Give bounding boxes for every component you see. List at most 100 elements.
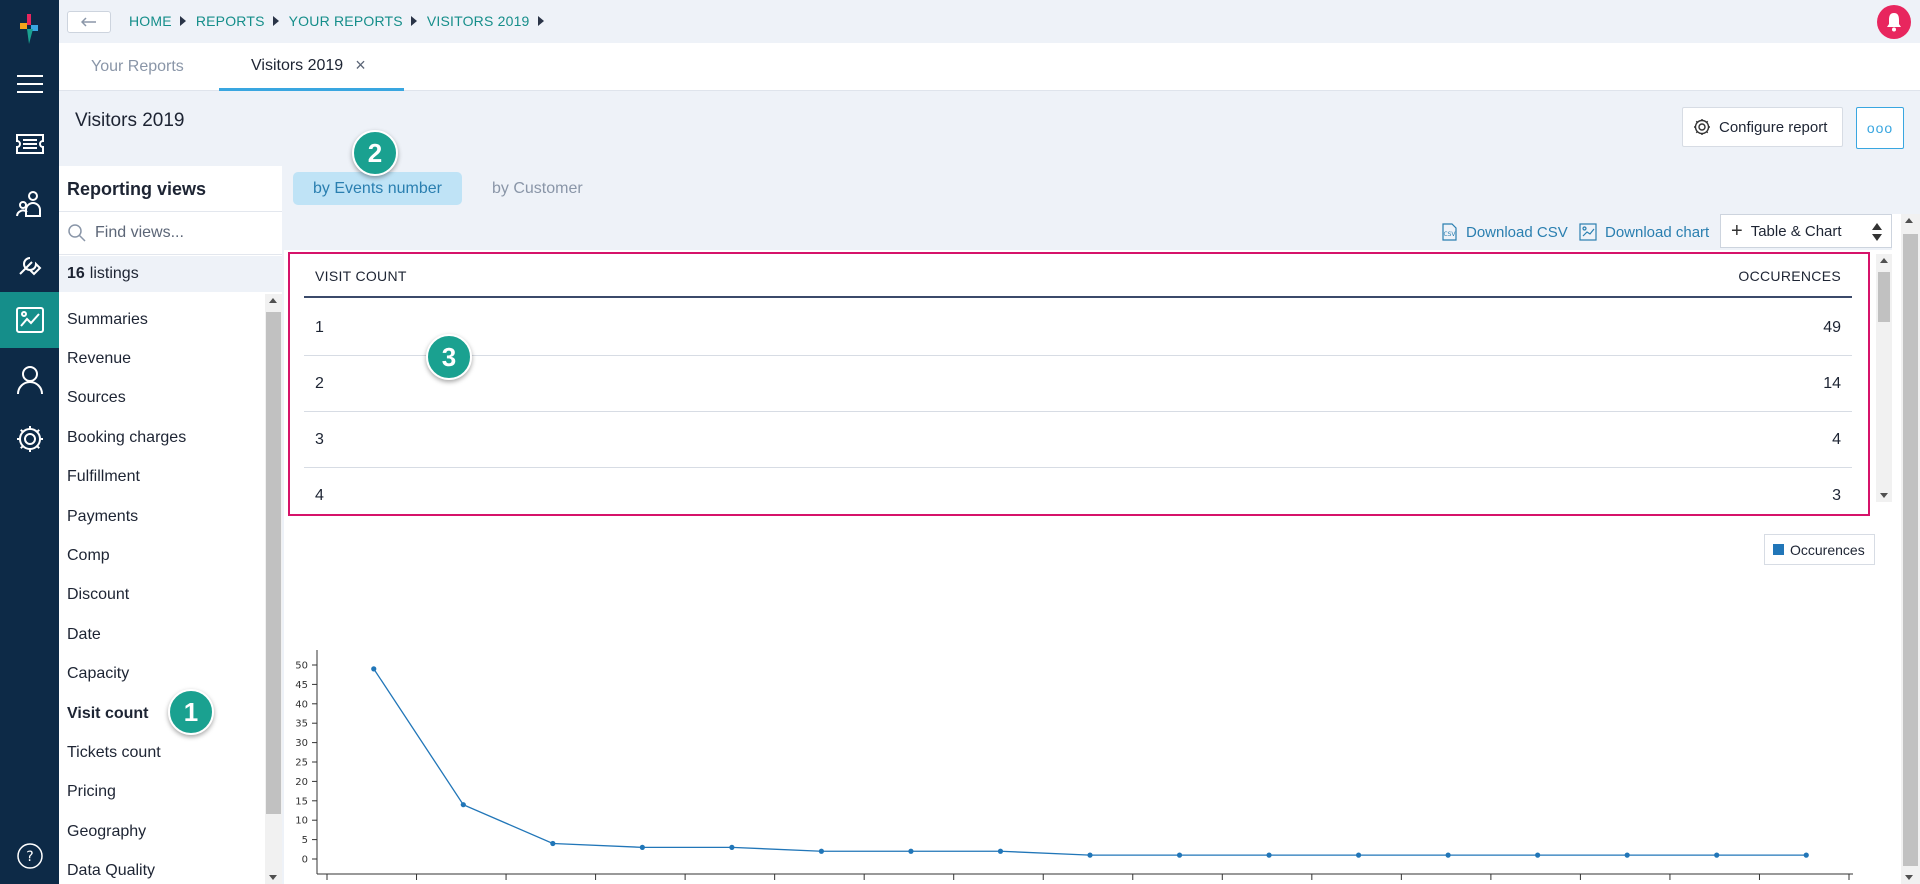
- app-logo[interactable]: [17, 14, 41, 44]
- y-tick-label: 40: [295, 699, 308, 710]
- view-mode-select[interactable]: + Table & Chart: [1720, 214, 1892, 248]
- reporting-views-title: Reporting views: [67, 179, 207, 199]
- view-item-summaries[interactable]: Summaries: [59, 300, 265, 339]
- table-row: 1 49: [304, 300, 1852, 356]
- breadcrumb: HOME REPORTS YOUR REPORTS VISITORS 2019: [129, 13, 554, 29]
- views-list: Summaries Revenue Sources Booking charge…: [59, 300, 265, 884]
- legend-swatch: [1773, 544, 1784, 555]
- y-tick-label: 0: [302, 855, 308, 866]
- view-item-discount[interactable]: Discount: [59, 576, 265, 615]
- view-item-comp[interactable]: Comp: [59, 536, 265, 575]
- configure-report-button[interactable]: Configure report: [1682, 107, 1843, 147]
- views-search: [59, 211, 282, 255]
- view-item-sources[interactable]: Sources: [59, 379, 265, 418]
- data-point: [1266, 852, 1272, 858]
- sort-arrows-icon: [1872, 223, 1882, 241]
- scroll-up-icon[interactable]: [1880, 258, 1888, 263]
- search-icon: [68, 224, 86, 242]
- view-item-fulfillment[interactable]: Fulfillment: [59, 458, 265, 497]
- tools-icon[interactable]: [0, 236, 59, 292]
- breadcrumb-your-reports[interactable]: YOUR REPORTS: [289, 13, 403, 29]
- view-item-visit-count[interactable]: Visit count: [59, 694, 265, 733]
- cell-visit-count: 3: [315, 431, 324, 448]
- view-item-booking-charges[interactable]: Booking charges: [59, 418, 265, 457]
- configure-report-label: Configure report: [1719, 118, 1828, 136]
- user-icon[interactable]: [0, 352, 59, 408]
- reporting-views-panel: Reporting views 16 listings Summaries Re…: [59, 166, 282, 884]
- reports-icon[interactable]: [0, 292, 59, 348]
- cell-occurences: 3: [1832, 487, 1841, 504]
- search-input[interactable]: [95, 224, 265, 242]
- callout-badge-1: 1: [168, 689, 214, 735]
- more-options-button[interactable]: ooo: [1856, 107, 1904, 149]
- csv-file-icon: CSV: [1442, 223, 1457, 241]
- notifications-button[interactable]: [1877, 5, 1911, 39]
- scroll-down-icon[interactable]: [1905, 875, 1913, 880]
- page-scrollbar[interactable]: [1901, 214, 1920, 884]
- app-rail: ?: [0, 0, 59, 884]
- audience-icon[interactable]: [0, 176, 59, 232]
- download-csv-link[interactable]: CSV Download CSV: [1440, 223, 1568, 241]
- scroll-down-icon[interactable]: [1880, 493, 1888, 498]
- scroll-up-icon[interactable]: [269, 298, 277, 303]
- table-scrollbar[interactable]: [1876, 254, 1892, 502]
- breadcrumb-visitors-2019[interactable]: VISITORS 2019: [427, 13, 530, 29]
- y-tick-label: 5: [302, 835, 308, 846]
- column-header-occurences[interactable]: OCCURENCES: [1738, 268, 1841, 284]
- view-item-geography[interactable]: Geography: [59, 812, 265, 851]
- legend-label: Occurences: [1790, 541, 1865, 558]
- chart-file-icon: [1579, 223, 1597, 241]
- breadcrumb-home[interactable]: HOME: [129, 13, 172, 29]
- menu-icon[interactable]: [0, 56, 59, 112]
- download-chart-link[interactable]: Download chart: [1579, 223, 1709, 241]
- data-point: [1087, 852, 1093, 858]
- arrow-left-icon: [81, 17, 96, 27]
- view-item-date[interactable]: Date: [59, 615, 265, 654]
- by-events-number-toggle[interactable]: by Events number: [293, 172, 462, 205]
- data-table: VISIT COUNT OCCURENCES 1 49 2 14 3 4 4 3: [288, 252, 1870, 516]
- table-header: VISIT COUNT OCCURENCES: [304, 254, 1852, 298]
- back-button[interactable]: [67, 11, 111, 33]
- table-row: 4 3: [304, 468, 1852, 524]
- download-chart-label: Download chart: [1605, 223, 1710, 241]
- breadcrumb-bar: HOME REPORTS YOUR REPORTS VISITORS 2019: [59, 0, 1920, 43]
- close-tab-icon[interactable]: ×: [355, 55, 366, 76]
- chevron-right-icon: [410, 16, 417, 26]
- view-item-tickets-count[interactable]: Tickets count: [59, 733, 265, 772]
- listings-count-label: listings: [89, 265, 139, 282]
- views-scrollbar[interactable]: [265, 294, 282, 884]
- help-icon[interactable]: ?: [0, 828, 59, 884]
- view-item-pricing[interactable]: Pricing: [59, 773, 265, 812]
- column-header-visit-count[interactable]: VISIT COUNT: [315, 268, 407, 284]
- view-item-revenue[interactable]: Revenue: [59, 339, 265, 378]
- data-point: [1714, 852, 1720, 858]
- listings-count: 16 listings: [59, 256, 282, 292]
- ticket-icon[interactable]: [0, 116, 59, 172]
- callout-badge-3: 3: [426, 334, 472, 380]
- tab-visitors-2019[interactable]: Visitors 2019 ×: [219, 43, 404, 91]
- scrollbar-thumb[interactable]: [1878, 272, 1890, 322]
- scrollbar-thumb[interactable]: [266, 312, 281, 814]
- settings-icon[interactable]: [0, 411, 59, 467]
- data-point: [1535, 852, 1541, 858]
- by-customer-toggle[interactable]: by Customer: [472, 172, 603, 205]
- scroll-down-icon[interactable]: [269, 875, 277, 880]
- view-item-payments[interactable]: Payments: [59, 497, 265, 536]
- download-csv-label: Download CSV: [1466, 223, 1568, 241]
- y-tick-label: 30: [295, 738, 308, 749]
- y-tick-label: 20: [295, 777, 308, 788]
- chart-legend[interactable]: Occurences: [1764, 534, 1875, 565]
- breadcrumb-reports[interactable]: REPORTS: [196, 13, 265, 29]
- view-mode-value: Table & Chart: [1750, 222, 1842, 240]
- view-item-data-quality[interactable]: Data Quality: [59, 851, 265, 884]
- data-point: [1624, 852, 1630, 858]
- tab-label: Visitors 2019: [251, 56, 344, 74]
- y-tick-label: 15: [295, 796, 308, 807]
- scroll-up-icon[interactable]: [1905, 218, 1913, 223]
- tab-your-reports[interactable]: Your Reports: [91, 43, 184, 91]
- view-item-capacity[interactable]: Capacity: [59, 655, 265, 694]
- cell-visit-count: 1: [315, 319, 324, 336]
- scrollbar-thumb[interactable]: [1903, 234, 1918, 866]
- data-point: [729, 844, 735, 850]
- cell-occurences: 14: [1823, 375, 1841, 392]
